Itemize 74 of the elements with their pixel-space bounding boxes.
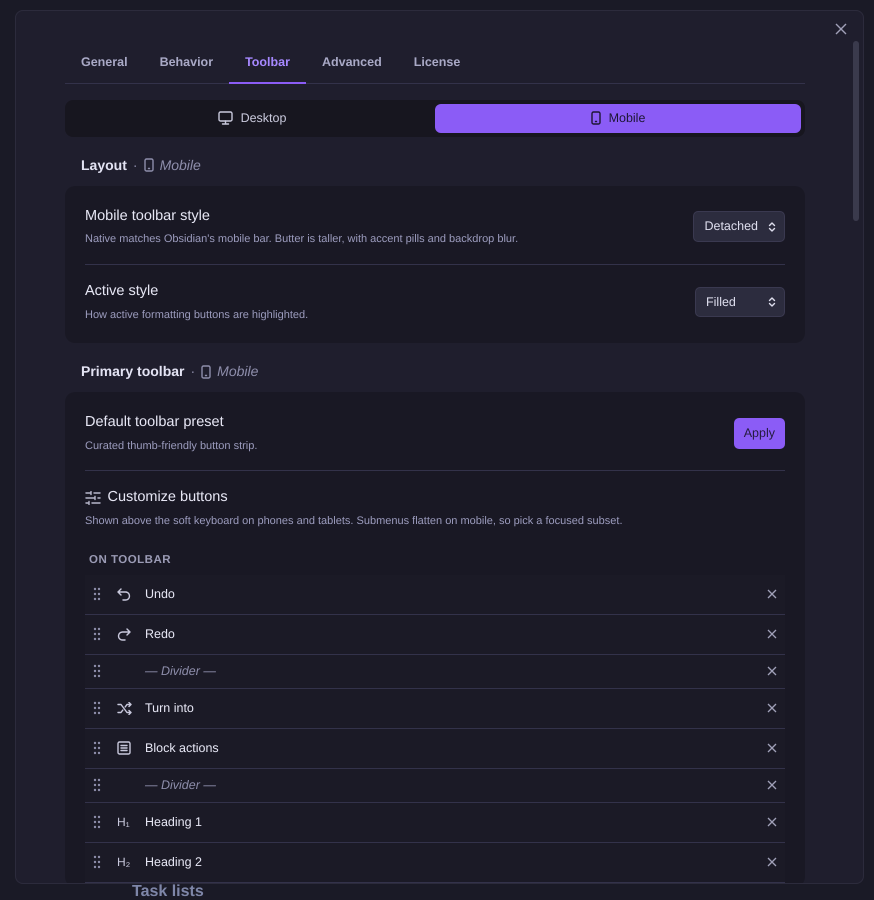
setting-description: How active formatting buttons are highlighted. [85,308,308,322]
drag-handle-icon[interactable] [93,701,101,716]
section-title: Layout [81,156,127,175]
tab[interactable]: General [65,49,144,84]
setting-description: Curated thumb-friendly button strip. [85,438,258,454]
apply-button[interactable]: Apply [734,418,785,448]
tab[interactable]: Behavior [144,49,230,84]
item-label: Heading 2 [145,854,202,871]
tab[interactable]: License [398,49,476,84]
setting-name: Customize buttons [108,488,228,508]
separator-dot: · [132,156,138,174]
divider-placeholder: — Divider — [145,662,216,680]
setting-name: Default toolbar preset [85,413,225,432]
drag-handle-icon[interactable] [93,778,101,792]
close-button[interactable] [835,23,847,35]
phone-icon [590,111,601,126]
remove-button[interactable] [767,666,777,676]
close-icon [767,666,777,676]
setting-description: Shown above the soft keyboard on phones and tablets. Submenus flatten on mobile, so pick a focused subset. [85,514,624,529]
device-option[interactable]: Desktop [69,104,435,132]
updown-chevron-icon [768,296,776,308]
separator-dot: · [190,362,196,381]
list-heading: ON TOOLBAR [88,552,172,568]
close-icon [767,629,777,640]
drag-handle-icon[interactable] [93,855,101,870]
drag-handle-icon[interactable] [93,815,101,830]
device-option[interactable]: Mobile [435,104,801,132]
close-icon [835,23,847,35]
setting-name: Active style [85,282,160,301]
phone-icon [144,158,154,172]
item-label: Redo [145,626,175,643]
remove-button[interactable] [767,629,777,640]
remove-button[interactable] [767,743,777,754]
scrollbar-thumb[interactable] [853,41,859,221]
heading-level-glyph: H₂ [117,854,130,872]
dropdown[interactable]: Filled [695,286,785,318]
remove-button[interactable] [767,817,777,828]
drag-handle-icon[interactable] [93,664,101,678]
phone-icon [201,364,212,378]
sliders-icon [85,491,101,506]
device-label: Mobile [160,156,201,174]
tab[interactable]: Advanced [306,49,398,84]
close-icon [767,703,777,714]
remove-button[interactable] [767,857,777,868]
heading-level-glyph: H₁ [117,814,130,832]
document-list-icon [117,741,131,756]
redo-arrow-icon [117,628,131,641]
item-label: Undo [145,586,175,603]
background-heading: Task lists [132,884,204,900]
item-label: Turn into [145,700,194,717]
remove-button[interactable] [767,780,777,790]
close-icon [767,857,777,868]
item-label: Block actions [145,740,219,757]
close-icon [767,817,777,828]
remove-button[interactable] [767,589,777,600]
dropdown[interactable]: Detached [693,211,785,242]
divider-placeholder: — Divider — [145,776,216,794]
shuffle-icon [117,702,132,715]
close-icon [767,780,777,790]
remove-button[interactable] [767,703,777,714]
close-icon [767,589,777,600]
drag-handle-icon[interactable] [93,741,101,756]
undo-arrow-icon [117,588,131,601]
drag-handle-icon[interactable] [93,587,101,602]
item-label: Heading 1 [145,814,202,831]
drag-handle-icon[interactable] [93,627,101,642]
device-label: Mobile [217,362,258,381]
setting-description: Native matches Obsidian's mobile bar. Butter is taller, with accent pills and backdrop blur. [85,232,518,248]
close-icon [767,743,777,754]
tab[interactable]: Toolbar [229,49,306,84]
section-title: Primary toolbar [81,362,184,381]
updown-chevron-icon [768,220,776,233]
monitor-icon [218,111,233,126]
setting-name: Mobile toolbar style [85,206,211,226]
